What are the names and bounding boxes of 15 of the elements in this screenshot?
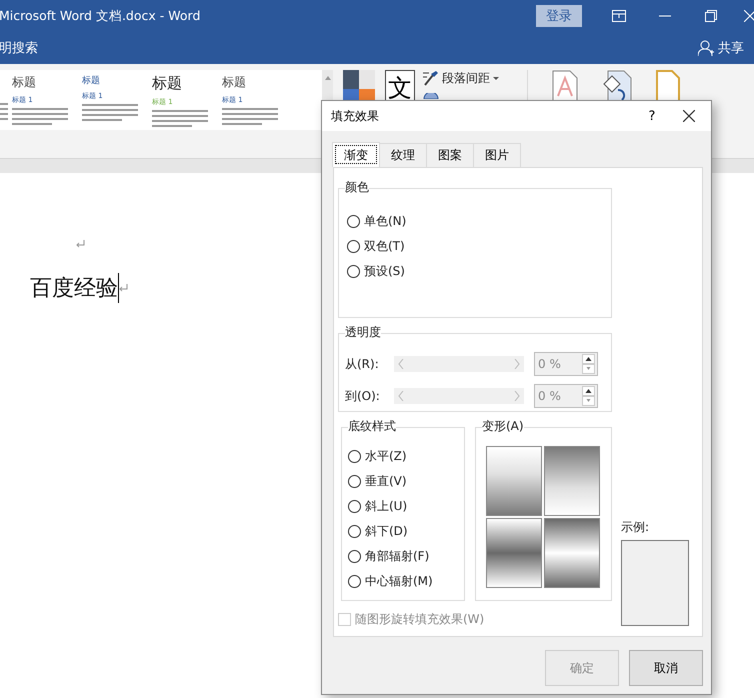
- style-heading: 标题: [82, 74, 101, 87]
- group-title: 颜色: [345, 179, 369, 196]
- style-heading: 标题: [12, 74, 37, 91]
- document-text: 百度经验: [30, 275, 118, 303]
- field-label: 到(O):: [345, 388, 381, 404]
- sample-label: 示例:: [621, 519, 650, 536]
- field-label: 从(R):: [345, 356, 380, 372]
- style-heading: 标题: [152, 74, 183, 93]
- spin-value: 0 %: [538, 357, 561, 371]
- dialog-title: 填充效果: [331, 108, 380, 124]
- style-heading: 标题: [222, 74, 247, 91]
- group-title: 底纹样式: [348, 418, 396, 435]
- window-title: Microsoft Word 文档.docx - Word: [0, 8, 200, 24]
- group-title: 变形(A): [482, 418, 524, 435]
- spin-value: 0 %: [538, 389, 561, 403]
